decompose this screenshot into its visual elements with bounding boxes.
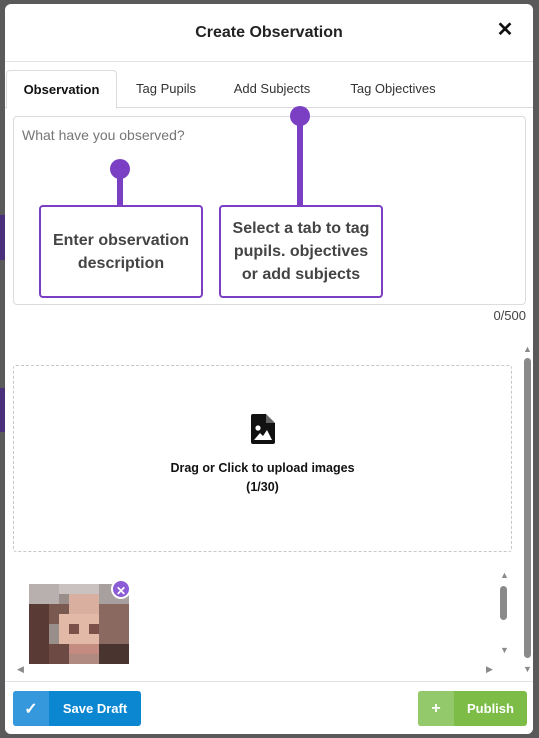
modal-header: Create Observation ✕: [5, 4, 533, 62]
close-icon[interactable]: ✕: [495, 20, 515, 40]
tab-observation[interactable]: Observation: [6, 70, 117, 109]
tab-add-subjects[interactable]: Add Subjects: [217, 70, 327, 108]
upload-text-line: Drag or Click to upload images: [170, 461, 355, 475]
scroll-down-arrow-icon[interactable]: ▼: [523, 664, 532, 674]
save-draft-label: Save Draft: [62, 701, 128, 716]
callout-tabs-hint: Select a tab to tag pupils. objectives o…: [219, 205, 383, 298]
upload-instructions: Drag or Click to upload images (1/30): [14, 459, 511, 497]
callout-pin-dot: [290, 106, 310, 126]
gallery-scrollbar[interactable]: ▲ ▼: [498, 570, 510, 666]
callout-description-hint: Enter observation description: [39, 205, 203, 298]
tab-bar: Observation Tag Pupils Add Subjects Tag …: [5, 70, 533, 109]
modal-footer: ✓ Save Draft + Publish: [5, 681, 533, 734]
publish-label: Publish: [467, 701, 514, 716]
remove-image-icon[interactable]: ✕: [111, 579, 131, 599]
create-observation-modal: Create Observation ✕ Observation Tag Pup…: [5, 4, 533, 734]
image-upload-dropzone[interactable]: Drag or Click to upload images (1/30): [13, 365, 512, 552]
gallery-scroll-down-arrow-icon[interactable]: ▼: [500, 645, 509, 655]
gallery-scroll-up-arrow-icon[interactable]: ▲: [500, 570, 509, 580]
callout-pin-line: [297, 122, 303, 206]
callout-pin-dot: [110, 159, 130, 179]
gallery-scroll-right-arrow-icon[interactable]: ▶: [486, 664, 493, 674]
checkmark-icon: ✓: [13, 691, 49, 726]
scroll-up-arrow-icon[interactable]: ▲: [523, 344, 532, 354]
character-counter: 0/500: [493, 308, 526, 323]
content-scrollbar[interactable]: ▲ ▼: [522, 344, 532, 674]
publish-button[interactable]: + Publish: [418, 691, 527, 726]
uploaded-images-gallery: [13, 569, 498, 667]
gallery-scrollbar-thumb[interactable]: [500, 586, 507, 620]
upload-count: (1/30): [246, 480, 279, 494]
image-file-icon: [251, 414, 275, 444]
gallery-scroll-left-arrow-icon[interactable]: ◀: [17, 664, 24, 674]
tab-tag-pupils[interactable]: Tag Pupils: [121, 70, 211, 108]
scrollbar-thumb[interactable]: [524, 358, 531, 658]
modal-title: Create Observation: [195, 24, 343, 41]
plus-icon: +: [418, 691, 454, 726]
tab-tag-objectives[interactable]: Tag Objectives: [335, 70, 451, 108]
save-draft-button[interactable]: ✓ Save Draft: [13, 691, 141, 726]
